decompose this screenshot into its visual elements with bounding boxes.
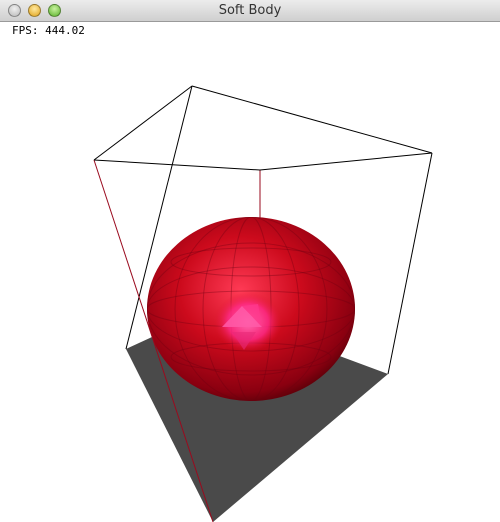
cube-edge xyxy=(259,152,433,171)
cube-edge xyxy=(93,159,261,171)
title-bar[interactable]: Soft Body xyxy=(0,0,500,22)
soft-body-sphere xyxy=(147,217,355,401)
app-window: Soft Body FPS: 444.02 xyxy=(0,0,500,522)
cube-edge xyxy=(191,85,433,154)
3d-viewport[interactable] xyxy=(0,22,500,522)
window-title: Soft Body xyxy=(218,3,282,18)
scene-canvas xyxy=(93,85,433,522)
cube-edge xyxy=(387,152,433,375)
cube-edge xyxy=(93,85,193,161)
fps-counter: FPS: 444.02 xyxy=(12,24,85,37)
